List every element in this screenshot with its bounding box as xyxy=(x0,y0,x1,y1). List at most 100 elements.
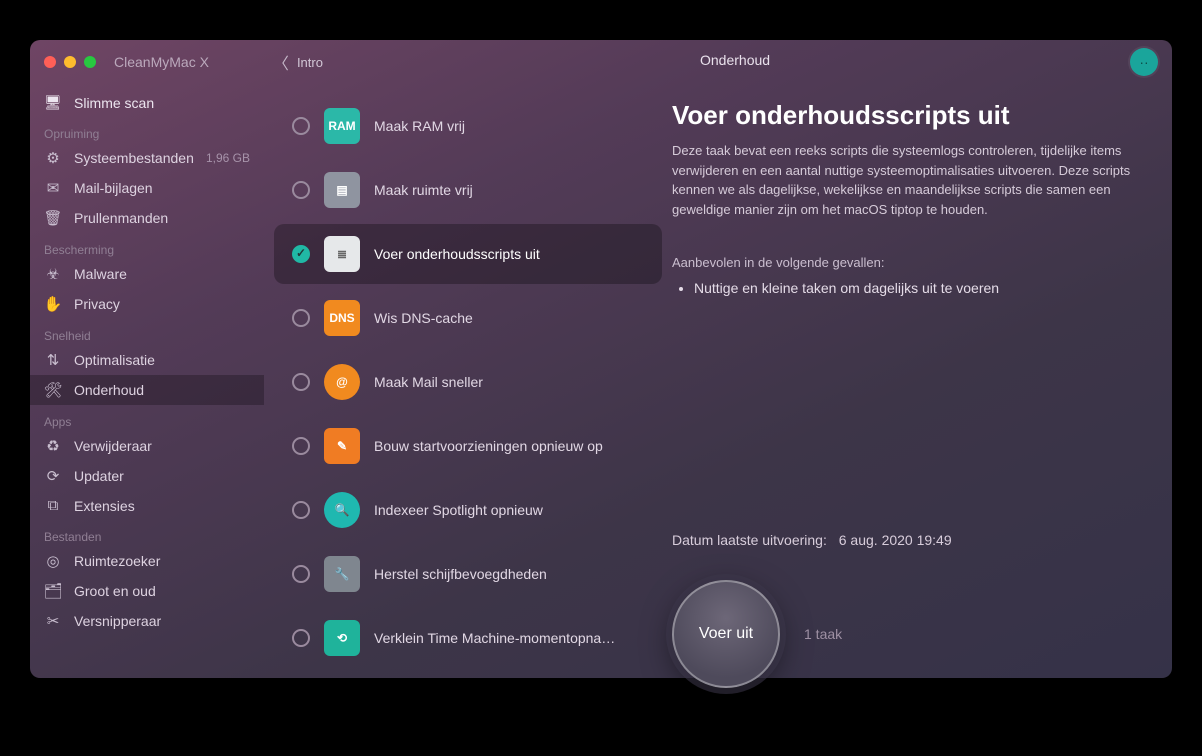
sidebar-item-icon: 🗑 xyxy=(44,209,62,227)
sidebar-item-badge: 1,96 GB xyxy=(206,151,250,165)
task-item[interactable]: @Maak Mail sneller xyxy=(274,352,662,412)
task-icon: ✎ xyxy=(324,428,360,464)
task-item[interactable]: DNSWis DNS-cache xyxy=(274,288,662,348)
sidebar-item-label: Optimalisatie xyxy=(74,352,155,368)
task-item[interactable]: 🔧 Herstel schijfbevoegdheden xyxy=(274,544,662,604)
sidebar-item[interactable]: ♻ Verwijderaar xyxy=(30,431,264,461)
task-checkbox[interactable] xyxy=(292,501,310,519)
app-window: CleanMyMac X 〈 Intro Onderhoud ·· 🖥 Slim… xyxy=(30,40,1172,678)
sidebar-item-icon: ✉ xyxy=(44,179,62,197)
task-label: Voer onderhoudsscripts uit xyxy=(374,246,540,262)
task-checkbox[interactable] xyxy=(292,245,310,263)
sidebar-section-heading: Bestanden xyxy=(30,520,264,546)
task-checkbox[interactable] xyxy=(292,437,310,455)
sidebar-item-label: Verwijderaar xyxy=(74,438,152,454)
task-label: Maak ruimte vrij xyxy=(374,182,473,198)
sidebar-item-label: Mail-bijlagen xyxy=(74,180,153,196)
back-label: Intro xyxy=(297,55,323,70)
task-item[interactable]: RAM Maak RAM vrij xyxy=(274,96,662,156)
detail-description: Deze taak bevat een reeks scripts die sy… xyxy=(672,141,1132,219)
task-checkbox[interactable] xyxy=(292,117,310,135)
sidebar-item-label: Versnipperaar xyxy=(74,613,161,629)
close-window-button[interactable] xyxy=(44,56,56,68)
sidebar-item-icon: ⇅ xyxy=(44,351,62,369)
task-item[interactable]: 🔍 Indexeer Spotlight opnieuw xyxy=(274,480,662,540)
sidebar-item[interactable]: ◎ Ruimtezoeker xyxy=(30,546,264,576)
sidebar-item[interactable]: ⟳ Updater xyxy=(30,461,264,491)
sidebar-item-icon: ◎ xyxy=(44,552,62,570)
sidebar-item-label: Privacy xyxy=(74,296,120,312)
task-label: Maak RAM vrij xyxy=(374,118,465,134)
chevron-left-icon: 〈 xyxy=(273,50,289,74)
sidebar-section-heading: Bescherming xyxy=(30,233,264,259)
sidebar-item-label: Ruimtezoeker xyxy=(74,553,160,569)
sidebar-item[interactable]: ✋ Privacy xyxy=(30,289,264,319)
task-label: Indexeer Spotlight opnieuw xyxy=(374,502,543,518)
task-icon: RAM xyxy=(324,108,360,144)
recommend-list: Nuttige en kleine taken om dagelijks uit… xyxy=(672,280,1132,296)
sidebar-item-label: Systeembestanden xyxy=(74,150,194,166)
sidebar-item[interactable]: ✂ Versnipperaar xyxy=(30,606,264,636)
task-label: Herstel schijfbevoegdheden xyxy=(374,566,547,582)
sidebar-item[interactable]: ✉ Mail-bijlagen xyxy=(30,173,264,203)
back-button[interactable]: 〈 Intro xyxy=(273,50,323,74)
zoom-window-button[interactable] xyxy=(84,56,96,68)
sidebar-section-heading: Apps xyxy=(30,405,264,431)
task-icon: 🔍 xyxy=(324,492,360,528)
sidebar-item[interactable]: 🗂 Groot en oud xyxy=(30,576,264,606)
task-label: Bouw startvoorzieningen opnieuw op xyxy=(374,438,603,454)
task-label: Wis DNS-cache xyxy=(374,310,473,326)
window-controls xyxy=(44,56,96,68)
task-item[interactable]: ≣ Voer onderhoudsscripts uit xyxy=(274,224,662,284)
sidebar-item-smart-scan[interactable]: 🖥 Slimme scan xyxy=(30,88,264,117)
sidebar-item-label: Prullenmanden xyxy=(74,210,168,226)
last-run-row: Datum laatste uitvoering: 6 aug. 2020 19… xyxy=(672,532,952,548)
sidebar-item-icon: ⚙ xyxy=(44,149,62,167)
task-icon: ▤ xyxy=(324,172,360,208)
sidebar-section-heading: Snelheid xyxy=(30,319,264,345)
task-list: RAM Maak RAM vrij ▤ Maak ruimte vrij ≣ Voer o… xyxy=(264,40,672,678)
task-item[interactable]: ✎ Bouw startvoorzieningen opnieuw op xyxy=(274,416,662,476)
task-checkbox[interactable] xyxy=(292,629,310,647)
task-icon: 🔧 xyxy=(324,556,360,592)
sidebar-item-icon: ⟳ xyxy=(44,467,62,485)
section-title: Onderhoud xyxy=(700,52,770,68)
sidebar-item-icon: ♻ xyxy=(44,437,62,455)
titlebar: CleanMyMac X 〈 Intro Onderhoud ·· xyxy=(30,40,1172,84)
sidebar-item-label: Updater xyxy=(74,468,124,484)
sidebar-item[interactable]: 🗑 Prullenmanden xyxy=(30,203,264,233)
task-icon: ≣ xyxy=(324,236,360,272)
sidebar-item-icon: ✋ xyxy=(44,295,62,313)
sidebar-item-icon: ☣ xyxy=(44,265,62,283)
run-button[interactable]: Voer uit xyxy=(672,580,780,688)
sidebar-item[interactable]: 🛠 Onderhoud xyxy=(30,375,264,405)
sidebar: 🖥 Slimme scan Opruiming ⚙ Systeembestanden… xyxy=(30,40,264,678)
task-label: Maak Mail sneller xyxy=(374,374,483,390)
sidebar-item[interactable]: ⚙ Systeembestanden 1,96 GB xyxy=(30,143,264,173)
sidebar-item-icon: 🛠 xyxy=(44,381,62,399)
task-icon: ⟲ xyxy=(324,620,360,656)
sidebar-item-icon: ✂ xyxy=(44,612,62,630)
task-checkbox[interactable] xyxy=(292,181,310,199)
task-item[interactable]: ▤ Maak ruimte vrij xyxy=(274,160,662,220)
sidebar-item-label: Groot en oud xyxy=(74,583,156,599)
last-run-value: 6 aug. 2020 19:49 xyxy=(839,532,952,548)
sidebar-item-label: Onderhoud xyxy=(74,382,144,398)
task-label: Verklein Time Machine-momentopnam… xyxy=(374,630,624,646)
detail-heading: Voer onderhoudsscripts uit xyxy=(672,100,1132,131)
sidebar-item[interactable]: ⧉Extensies xyxy=(30,491,264,520)
profile-button[interactable]: ·· xyxy=(1130,48,1158,76)
minimize-window-button[interactable] xyxy=(64,56,76,68)
task-checkbox[interactable] xyxy=(292,373,310,391)
sidebar-item[interactable]: ☣Malware xyxy=(30,259,264,289)
task-checkbox[interactable] xyxy=(292,309,310,327)
last-run-label: Datum laatste uitvoering: xyxy=(672,532,827,548)
task-item[interactable]: ⟲ Verklein Time Machine-momentopnam… xyxy=(274,608,662,668)
monitor-icon: 🖥 xyxy=(44,94,62,111)
recommend-item: Nuttige en kleine taken om dagelijks uit… xyxy=(694,280,1132,296)
sidebar-section-heading: Opruiming xyxy=(30,117,264,143)
sidebar-item-icon: 🗂 xyxy=(44,582,62,600)
task-checkbox[interactable] xyxy=(292,565,310,583)
sidebar-item[interactable]: ⇅ Optimalisatie xyxy=(30,345,264,375)
task-count: 1 taak xyxy=(804,626,842,642)
